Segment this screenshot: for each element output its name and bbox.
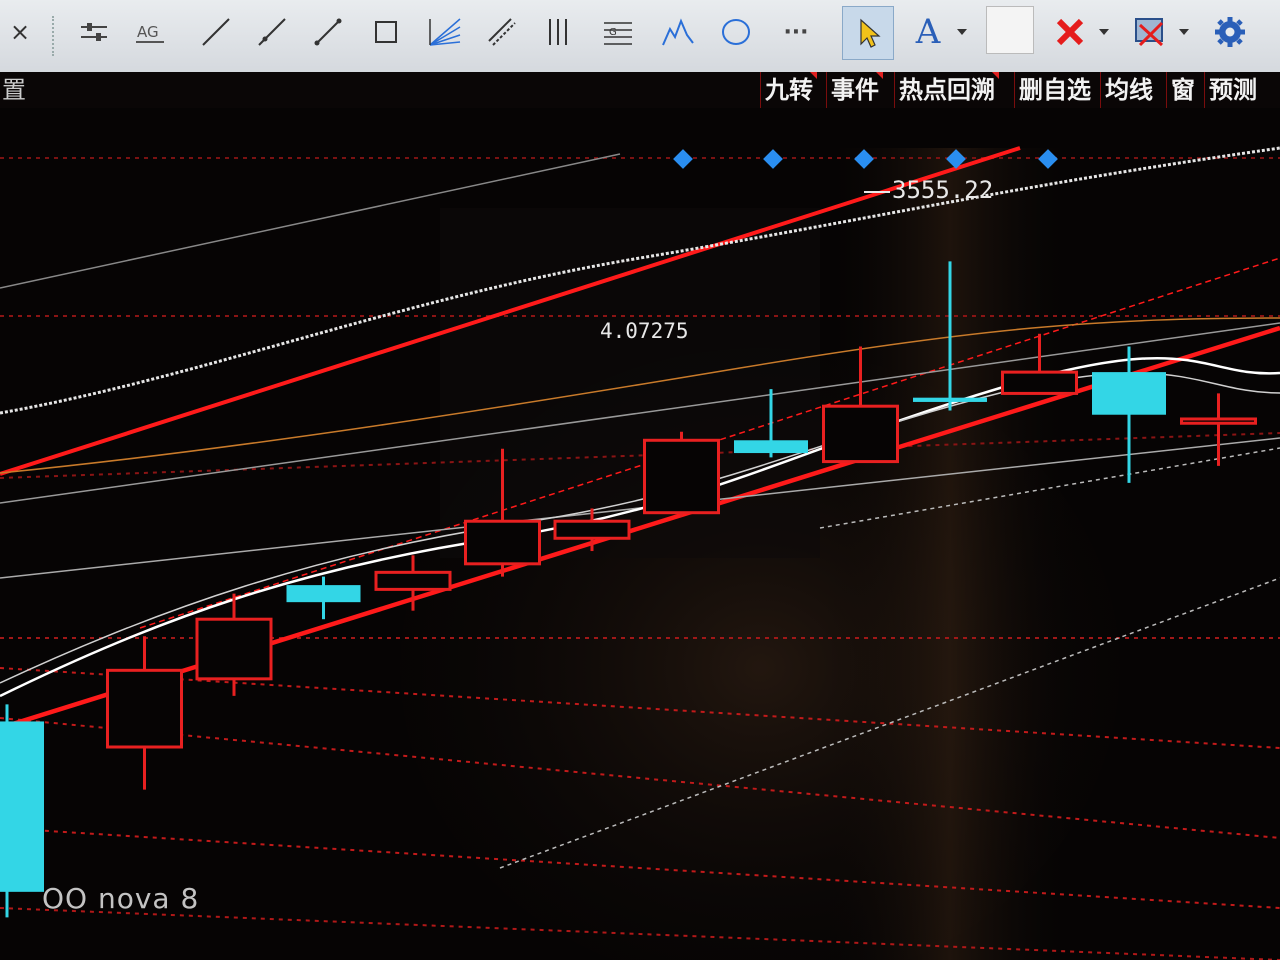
- color-box-icon[interactable]: [986, 6, 1034, 54]
- candle-body-up: [553, 519, 631, 540]
- more-icon[interactable]: ···: [772, 8, 820, 56]
- line-icon[interactable]: [192, 8, 240, 56]
- menu-item-window[interactable]: 窗: [1166, 72, 1199, 108]
- candle-body-up: [643, 438, 720, 515]
- fib-icon[interactable]: G: [594, 8, 642, 56]
- candle-body-down: [286, 585, 361, 603]
- circle-icon[interactable]: [712, 8, 760, 56]
- high-price-label: 3555.22: [892, 176, 993, 204]
- menu-item-label: 预测: [1209, 76, 1257, 104]
- menu-item-label: 删自选: [1019, 76, 1091, 104]
- pointer-icon[interactable]: [842, 6, 894, 60]
- text-ag-icon[interactable]: AG: [126, 8, 174, 56]
- menu-item-moving-average[interactable]: 均线: [1100, 72, 1157, 108]
- menu-item-remove-watchlist[interactable]: 删自选: [1014, 72, 1095, 108]
- candle-body-up: [1001, 370, 1078, 395]
- camera-watermark: OO nova 8: [42, 882, 200, 915]
- screen-reflection: [440, 208, 820, 558]
- ray-icon[interactable]: [248, 8, 296, 56]
- candle-body-up: [822, 404, 899, 464]
- menu-item-label: 事件: [831, 76, 879, 104]
- menu-fragment-left[interactable]: 置: [0, 72, 30, 108]
- candle-body-up: [106, 668, 183, 749]
- segment-icon[interactable]: [304, 8, 352, 56]
- menu-item-jiuzhuan[interactable]: 九转: [760, 72, 817, 108]
- menu-item-events[interactable]: 事件: [826, 72, 883, 108]
- candlestick-chart[interactable]: 3555.22 4.07275: [0, 108, 1280, 960]
- candle-body-up: [195, 617, 273, 681]
- candle-body-up: [464, 519, 541, 566]
- menu-item-label: 九转: [765, 76, 813, 104]
- candle-body-down: [734, 440, 808, 454]
- candle-body-down: [0, 721, 44, 892]
- wave-icon[interactable]: [654, 8, 702, 56]
- candle-body-up: [1180, 417, 1257, 425]
- settings-icon[interactable]: [1206, 8, 1254, 56]
- menu-item-forecast[interactable]: 预测: [1204, 72, 1261, 108]
- svg-text:AG: AG: [137, 23, 159, 41]
- toolbar-grip[interactable]: [52, 16, 56, 56]
- text-icon[interactable]: A: [904, 8, 952, 56]
- red-flag-icon: [876, 72, 883, 79]
- chevron-down-icon[interactable]: [1094, 8, 1114, 56]
- svg-text:G: G: [609, 27, 617, 38]
- channel-icon[interactable]: [478, 8, 526, 56]
- rectangle-icon[interactable]: [362, 8, 410, 56]
- drawing-toolbar: × AG G ··· A: [0, 0, 1280, 74]
- fan-icon[interactable]: [420, 8, 468, 56]
- point-price-label: 4.07275: [600, 319, 689, 343]
- menu-item-label: 热点回溯: [899, 76, 995, 104]
- red-flag-icon: [992, 72, 999, 79]
- screenshot-icon[interactable]: [1126, 8, 1174, 56]
- chevron-down-icon[interactable]: [952, 8, 972, 56]
- menu-item-label: 均线: [1105, 76, 1153, 104]
- candle-body-down: [913, 397, 987, 402]
- candle-body-down: [1092, 372, 1166, 415]
- chevron-down-icon[interactable]: [1174, 8, 1194, 56]
- function-menubar: 置 九转 事件 热点回溯 删自选 均线 窗 预测: [0, 72, 1280, 109]
- candle-body-up: [374, 570, 452, 591]
- close-icon[interactable]: ×: [10, 18, 30, 46]
- delete-icon[interactable]: [1046, 8, 1094, 56]
- sliders-icon[interactable]: [70, 8, 118, 56]
- menu-item-label: 窗: [1171, 76, 1195, 104]
- menu-item-hotspot-review[interactable]: 热点回溯: [894, 72, 999, 108]
- red-flag-icon: [810, 72, 817, 79]
- vertical-lines-icon[interactable]: [536, 8, 584, 56]
